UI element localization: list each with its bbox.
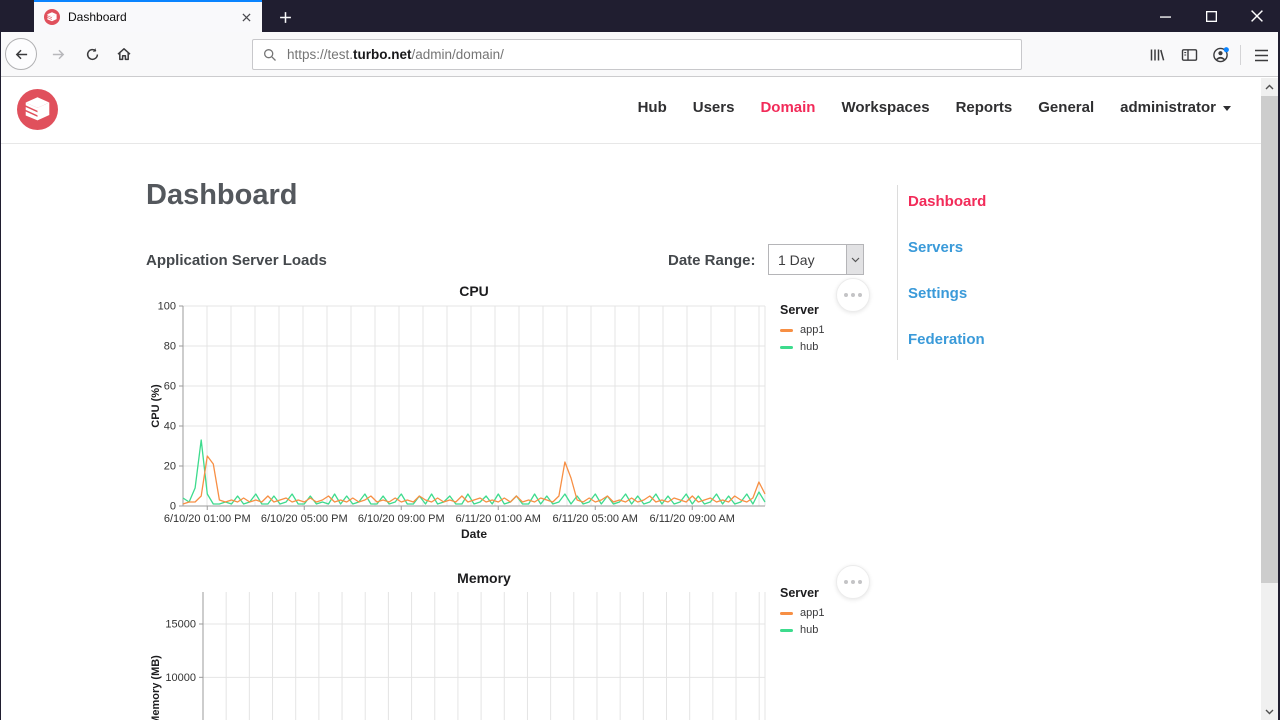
legend-item-hub: hub [780, 624, 870, 636]
turbo-favicon-icon [44, 9, 60, 25]
x-tick-label: 6/11/20 05:00 AM [553, 513, 638, 525]
back-button[interactable] [5, 38, 37, 70]
nav-item-label: administrator [1120, 99, 1216, 116]
nav-item-domain[interactable]: Domain [760, 99, 815, 116]
nav-item-label: Users [692, 99, 735, 116]
page-scrollbar[interactable] [1261, 78, 1278, 720]
chevron-down-icon [846, 245, 863, 274]
turbo-logo-icon[interactable] [17, 89, 58, 130]
library-button[interactable] [1143, 41, 1171, 69]
account-button[interactable] [1207, 41, 1235, 69]
side-menu-item-dashboard[interactable]: Dashboard [908, 193, 1097, 210]
series-hub [182, 439, 766, 505]
window-controls [1142, 0, 1280, 32]
date-range-value: 1 Day [778, 251, 815, 268]
y-tick-label: 15000 [165, 619, 196, 631]
search-icon [264, 48, 276, 61]
legend-item-app1: app1 [780, 607, 870, 619]
y-tick-label: 40 [164, 421, 176, 433]
x-tick-label: 6/11/20 09:00 AM [650, 513, 735, 525]
nav-item-users[interactable]: Users [693, 99, 735, 116]
window-close-button[interactable] [1234, 0, 1280, 32]
browser-tab[interactable]: Dashboard [34, 0, 262, 32]
memory-chart: 10000 15000 Memory (MB) [150, 592, 766, 720]
legend-swatch [780, 628, 793, 632]
section-title: Application Server Loads [146, 252, 327, 269]
home-button[interactable] [108, 38, 140, 70]
y-axis-title: CPU (%) [150, 384, 162, 428]
page-title: Dashboard [146, 179, 298, 211]
nav-item-label: Workspaces [841, 99, 930, 116]
tab-close-icon[interactable] [238, 9, 254, 25]
scrollbar-up-icon[interactable] [1261, 78, 1278, 95]
tab-title: Dashboard [68, 10, 127, 24]
memory-chart-menu-button[interactable] [836, 565, 870, 599]
nav-item-label: Reports [955, 99, 1013, 116]
legend-item-hub: hub [780, 341, 870, 353]
scrollbar-down-icon[interactable] [1261, 703, 1278, 720]
nav-item-label: Hub [637, 99, 667, 116]
cpu-chart-title: CPU [459, 283, 489, 299]
side-menu: Dashboard Servers Settings Federation [897, 185, 1097, 360]
date-range-select[interactable]: 1 Day [768, 244, 864, 275]
nav-item-label: General [1038, 99, 1095, 116]
window-minimize-button[interactable] [1142, 0, 1188, 32]
legend-label: hub [800, 341, 819, 353]
y-tick-label: 10000 [165, 672, 196, 684]
notification-dot [1223, 47, 1229, 53]
legend-label: app1 [800, 607, 825, 619]
window-maximize-button[interactable] [1188, 0, 1234, 32]
sidebar-toggle-button[interactable] [1175, 41, 1203, 69]
nav-item-hub[interactable]: Hub [638, 99, 667, 116]
x-tick-label: 6/10/20 09:00 PM [358, 513, 445, 525]
legend-item-app1: app1 [780, 324, 870, 336]
browser-toolbar: https://test.turbo.net/admin/domain/ [0, 32, 1280, 77]
date-range-label: Date Range: [668, 252, 756, 269]
nav-item-general[interactable]: General [1038, 99, 1094, 116]
legend-swatch [780, 328, 793, 332]
side-menu-item-servers[interactable]: Servers [908, 239, 1097, 256]
new-tab-button[interactable] [272, 4, 298, 30]
y-tick-label: 20 [164, 461, 176, 473]
cpu-chart-menu-button[interactable] [836, 278, 870, 312]
nav-item-administrator[interactable]: administrator [1120, 99, 1231, 116]
y-tick-label: 0 [170, 501, 176, 513]
url-bar[interactable]: https://test.turbo.net/admin/domain/ [252, 39, 1022, 70]
chevron-down-icon [1223, 106, 1231, 111]
series-app1 [182, 455, 766, 505]
main-nav: Hub Users Domain Workspaces Reports General ad… [638, 99, 1231, 116]
x-axis-title: Date [461, 527, 487, 541]
x-tick-label: 6/10/20 05:00 PM [261, 513, 348, 525]
nav-item-label: Domain [760, 99, 816, 116]
toolbar-separator [1240, 45, 1241, 65]
site-header: Hub Users Domain Workspaces Reports General ad… [1, 77, 1261, 144]
x-tick-label: 6/11/20 01:00 AM [456, 513, 541, 525]
legend-swatch [780, 345, 793, 349]
url-text: https://test.turbo.net/admin/domain/ [287, 47, 504, 62]
y-tick-label: 100 [158, 301, 176, 313]
nav-item-reports[interactable]: Reports [956, 99, 1013, 116]
cpu-chart: 0 20 40 60 80 100 6/10/20 01:00 PM 6/10/20 05:0… [150, 301, 766, 541]
y-axis-title: Memory (MB) [150, 655, 162, 720]
x-tick-label: 6/10/20 01:00 PM [164, 513, 251, 525]
browser-titlebar: Dashboard [0, 0, 1280, 32]
side-menu-item-federation[interactable]: Federation [908, 331, 1097, 348]
reload-button[interactable] [76, 38, 108, 70]
legend-swatch [780, 611, 793, 615]
scrollbar-thumb[interactable] [1261, 96, 1278, 583]
side-menu-item-settings[interactable]: Settings [908, 285, 1097, 302]
legend-label: hub [800, 624, 819, 636]
forward-button[interactable] [42, 38, 74, 70]
legend-label: app1 [800, 324, 825, 336]
y-tick-label: 80 [164, 341, 176, 353]
menu-button[interactable] [1247, 41, 1275, 69]
y-tick-label: 60 [164, 381, 176, 393]
nav-item-workspaces[interactable]: Workspaces [841, 99, 929, 116]
browser-window: Dashboard https://test.turbo.net/admin/d… [0, 0, 1280, 720]
